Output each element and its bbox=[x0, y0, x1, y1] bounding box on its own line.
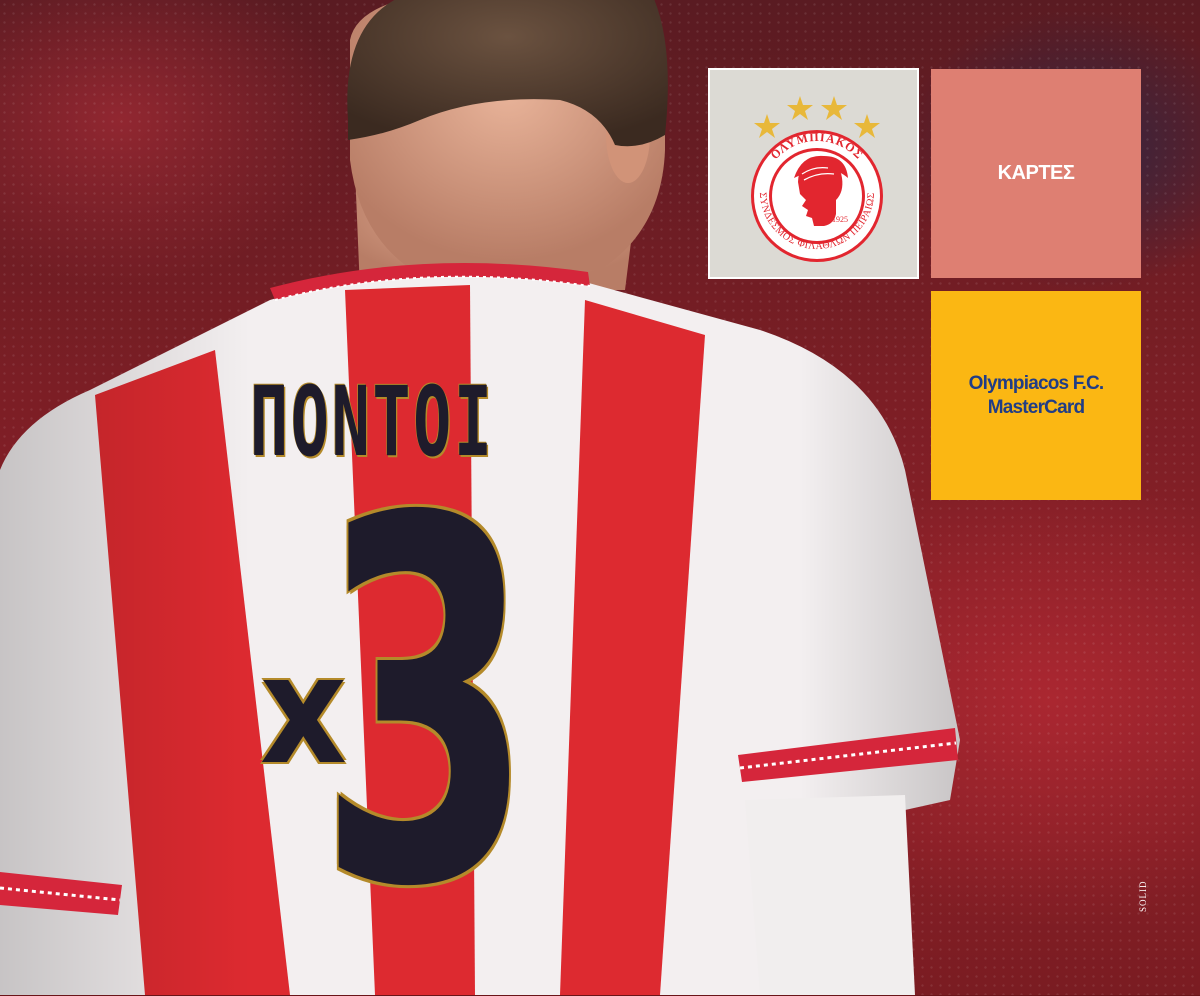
mastercard-subtitle: MasterCard bbox=[987, 396, 1085, 418]
olympiacos-crest-icon: ΟΛΥΜΠΙΑΚΟΣ ΣΥΝΔΕΣΜΟΣ ΦΙΛΑΘΛΩΝ ΠΕΙΡΑΙΩΣ 1… bbox=[750, 95, 883, 262]
cards-label: ΚΑΡΤΕΣ bbox=[997, 162, 1075, 184]
mastercard-tile[interactable]: Olympiacos F.C. MasterCard bbox=[931, 291, 1141, 500]
arm-sleeve bbox=[745, 795, 915, 995]
shirt-multiplier: x bbox=[259, 624, 347, 798]
mastercard-title: Olympiacos F.C. bbox=[968, 372, 1105, 394]
club-logo-tile[interactable]: ΟΛΥΜΠΙΑΚΟΣ ΣΥΝΔΕΣΜΟΣ ΦΙΛΑΘΛΩΝ ΠΕΙΡΑΙΩΣ 1… bbox=[708, 68, 919, 279]
vertical-tag: SOLID bbox=[1138, 880, 1148, 913]
svg-text:1925: 1925 bbox=[832, 215, 848, 224]
shirt-number: 3 bbox=[318, 414, 534, 996]
cards-tile[interactable]: ΚΑΡΤΕΣ bbox=[931, 69, 1141, 278]
